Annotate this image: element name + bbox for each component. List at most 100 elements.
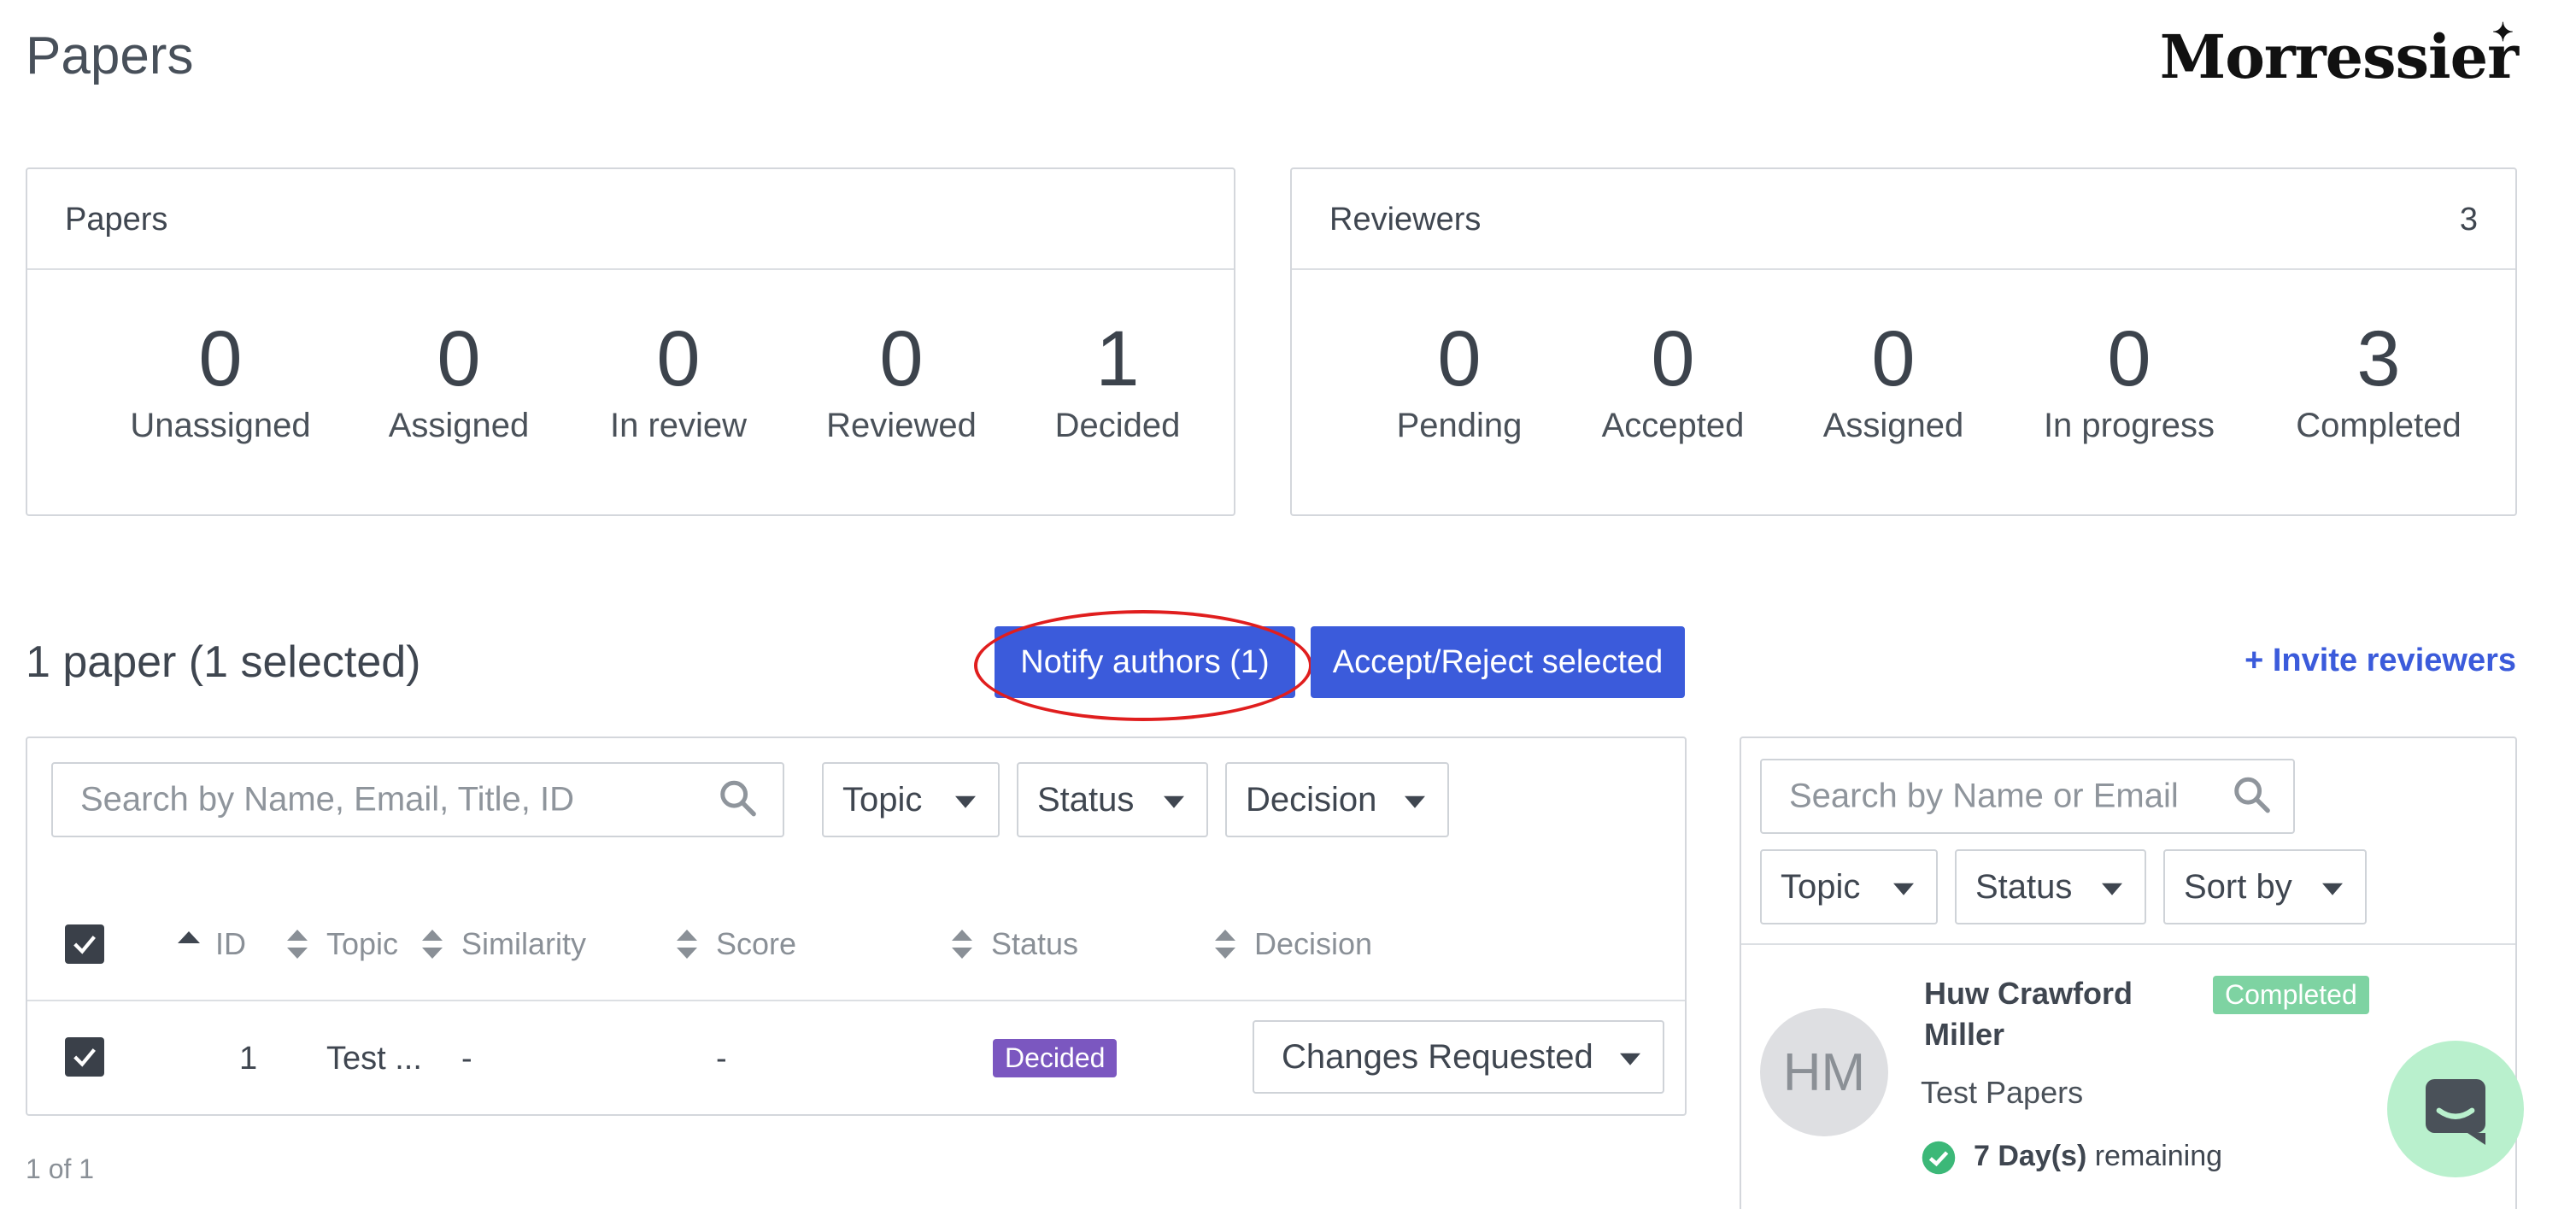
dropdown-label: Status (1975, 867, 2073, 906)
dropdown-label: Sort by (2184, 867, 2292, 906)
cell-score: - (716, 1041, 727, 1077)
column-header-score[interactable]: Score (716, 926, 796, 962)
check-circle-icon (1922, 1141, 1956, 1175)
stat-assigned[interactable]: 0 Assigned (348, 316, 570, 445)
dropdown-label: Topic (842, 780, 923, 819)
cell-topic[interactable]: Test ... (326, 1041, 422, 1077)
column-header-id[interactable]: ID (215, 926, 246, 962)
papers-count-heading: 1 paper (1 selected) (26, 637, 421, 687)
stat-decided[interactable]: 1 Decided (1006, 316, 1229, 445)
topic-filter-dropdown[interactable]: Topic (822, 762, 1000, 837)
stat-value: 0 (1651, 315, 1695, 402)
stat-label: Pending (1396, 407, 1523, 444)
chat-launcher-button[interactable] (2387, 1041, 2524, 1177)
decision-select[interactable]: Changes Requested (1253, 1020, 1664, 1094)
stat-label: Assigned (388, 407, 530, 444)
papers-stats-card: Papers 0 Unassigned 0 Assigned 0 In revi… (26, 167, 1235, 516)
stat-pending[interactable]: 0 Pending (1348, 316, 1570, 445)
stat-value: 0 (1871, 315, 1916, 402)
papers-search-box[interactable]: Search by Name, Email, Title, ID (51, 762, 784, 837)
reviewers-count: 3 (2459, 202, 2478, 238)
reviewer-name-line2[interactable]: Miller (1924, 1017, 2004, 1053)
sort-icon[interactable] (422, 930, 443, 959)
reviewer-sort-dropdown[interactable]: Sort by (2163, 849, 2367, 924)
stat-label: Unassigned (130, 407, 311, 444)
chat-icon (2426, 1079, 2485, 1145)
stat-label: In review (609, 407, 748, 444)
search-icon[interactable] (2232, 775, 2271, 819)
caret-down-icon (955, 795, 976, 808)
caret-down-icon (1405, 795, 1425, 808)
stat-label: Completed (2296, 407, 2462, 444)
sort-icon[interactable] (1215, 930, 1235, 959)
caret-down-icon (2322, 883, 2343, 895)
logo-text: Morressier (2159, 21, 2519, 92)
decision-value: Changes Requested (1282, 1037, 1593, 1076)
reviewer-status-badge: Completed (2213, 976, 2369, 1014)
caret-down-icon (2102, 883, 2122, 895)
stat-assigned-reviewers[interactable]: 0 Assigned (1782, 316, 2004, 445)
morressier-logo: Morressier ✦ (2159, 18, 2519, 92)
status-badge: Decided (993, 1039, 1118, 1077)
stat-value: 3 (2356, 315, 2401, 402)
stat-value: 0 (879, 315, 924, 402)
caret-down-icon (1164, 795, 1184, 808)
reviewer-status-filter[interactable]: Status (1955, 849, 2146, 924)
cell-id: 1 (239, 1041, 258, 1077)
pagination-info: 1 of 1 (26, 1153, 95, 1184)
stat-unassigned[interactable]: 0 Unassigned (109, 316, 332, 445)
stat-label: Accepted (1601, 407, 1745, 444)
search-input[interactable]: Search by Name, Email, Title, ID (80, 781, 574, 819)
stat-value: 0 (1437, 315, 1482, 402)
reviewer-topic-filter[interactable]: Topic (1760, 849, 1938, 924)
stat-value: 0 (198, 315, 243, 402)
reviewers-stats-card: Reviewers 3 0 Pending 0 Accepted 0 Assig… (1290, 167, 2517, 516)
row-checkbox[interactable] (65, 1037, 104, 1077)
invite-reviewers-link[interactable]: + Invite reviewers (2244, 643, 2516, 679)
stat-in-review[interactable]: 0 In review (567, 316, 789, 445)
stat-value: 0 (2107, 315, 2151, 402)
stat-label: Reviewed (826, 407, 977, 444)
sort-icon[interactable] (677, 930, 697, 959)
sort-asc-icon[interactable] (178, 931, 200, 945)
stat-value: 0 (437, 315, 481, 402)
sort-icon[interactable] (952, 930, 972, 959)
remaining-time: 7 Day(s) remaining (1974, 1140, 2222, 1173)
column-header-status[interactable]: Status (991, 926, 1078, 962)
caret-down-icon (1620, 1053, 1640, 1065)
reviewer-name-line1[interactable]: Huw Crawford (1924, 976, 2133, 1012)
stat-value: 1 (1095, 315, 1140, 402)
remaining-days: 7 Day(s) (1974, 1140, 2087, 1172)
cell-similarity: - (461, 1041, 472, 1077)
reviewer-search-input[interactable]: Search by Name or Email (1789, 778, 2179, 816)
dropdown-label: Topic (1781, 867, 1861, 906)
reviewer-group: Test Papers (1921, 1075, 2084, 1110)
stat-label: Decided (1054, 407, 1181, 444)
papers-card-header: Papers (27, 169, 1234, 270)
reviewers-card-title: Reviewers (1329, 202, 1482, 238)
column-header-similarity[interactable]: Similarity (461, 926, 586, 962)
avatar: HM (1760, 1008, 1888, 1136)
reviewers-search-box[interactable]: Search by Name or Email (1760, 759, 2295, 834)
highlight-annotation (974, 610, 1312, 721)
stat-accepted[interactable]: 0 Accepted (1562, 316, 1784, 445)
table-row[interactable]: 1 Test ... - - Decided Changes Requested (27, 1001, 1685, 1112)
stat-in-progress[interactable]: 0 In progress (2018, 316, 2240, 445)
papers-table-panel: Search by Name, Email, Title, ID Topic S… (26, 737, 1687, 1116)
dropdown-label: Status (1037, 780, 1135, 819)
search-icon[interactable] (718, 778, 757, 822)
stat-value: 0 (656, 315, 701, 402)
accept-reject-button[interactable]: Accept/Reject selected (1311, 626, 1685, 698)
dropdown-label: Decision (1246, 780, 1377, 819)
stat-completed[interactable]: 3 Completed (2268, 316, 2490, 445)
remaining-suffix: remaining (2094, 1140, 2223, 1172)
column-header-decision[interactable]: Decision (1254, 926, 1372, 962)
column-header-topic[interactable]: Topic (326, 926, 398, 962)
select-all-checkbox[interactable] (65, 924, 104, 964)
sort-icon[interactable] (287, 930, 308, 959)
decision-filter-dropdown[interactable]: Decision (1225, 762, 1449, 837)
star-icon: ✦ (2491, 18, 2514, 48)
stat-reviewed[interactable]: 0 Reviewed (790, 316, 1012, 445)
stat-label: In progress (2043, 407, 2215, 444)
status-filter-dropdown[interactable]: Status (1017, 762, 1208, 837)
